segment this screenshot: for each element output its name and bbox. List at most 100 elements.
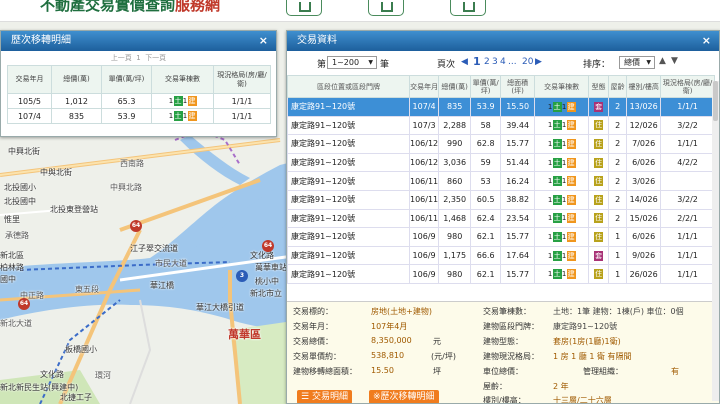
column-header: 樓別/樓高 bbox=[626, 75, 662, 98]
table-row[interactable]: 康定路91~120號 106/11 1,468 62.4 23.54 1土1建住 2 15/0… bbox=[287, 208, 715, 229]
detail-label: 交易筆棟數： bbox=[483, 307, 531, 316]
range-select-value: 1~200 bbox=[332, 58, 360, 67]
page-link[interactable]: 4 bbox=[500, 57, 506, 67]
sort-desc-icon[interactable]: ▼ bbox=[671, 56, 678, 66]
cell-area: 51.44 bbox=[500, 152, 536, 173]
printer-icon bbox=[381, 2, 393, 12]
map-label: 北投東登營站 bbox=[50, 205, 98, 214]
column-header[interactable]: 總價(萬) bbox=[438, 75, 472, 98]
detail-value: 8,350,000 bbox=[371, 336, 412, 345]
table-row[interactable]: 105/5 1,012 65.3 1土1建 1/1/1 bbox=[7, 93, 271, 109]
detail-value: 有 bbox=[671, 367, 679, 376]
cell-age: 2 bbox=[608, 152, 628, 173]
land-tag-icon: 土 bbox=[552, 138, 562, 149]
cell-count: 1土1建 bbox=[534, 227, 590, 247]
cell-type: 住 bbox=[588, 227, 610, 247]
cell-area: 39.44 bbox=[500, 115, 536, 136]
vertical-scrollbar[interactable] bbox=[712, 81, 719, 401]
build-tag-icon: 建 bbox=[566, 120, 576, 131]
type-tag-icon: 住 bbox=[594, 269, 604, 280]
cell-pattern: 3/2/2 bbox=[660, 189, 715, 210]
type-tag-icon: 住 bbox=[594, 138, 604, 149]
detail-value: 107年4月 bbox=[371, 322, 408, 331]
column-header[interactable]: 屋齡 bbox=[608, 75, 628, 98]
table-row[interactable]: 康定路91~120號 106/9 980 62.1 15.77 1土1建住 1 6/026 1/… bbox=[287, 227, 715, 247]
cell-type: 住 bbox=[588, 134, 610, 154]
page-link[interactable]: 3 bbox=[492, 57, 498, 67]
pager-current[interactable]: 1 bbox=[136, 54, 140, 62]
table-row[interactable]: 康定路91~120號 106/12 990 62.8 15.77 1土1建住 2 7/026 1… bbox=[287, 134, 715, 154]
detail-label: 建物區段門牌： bbox=[483, 322, 539, 331]
site-title-accent: 服務網 bbox=[175, 0, 221, 14]
pager-next[interactable]: 下一頁 bbox=[145, 54, 166, 62]
map-label: 惟里 bbox=[4, 215, 20, 224]
cell-address: 康定路91~120號 bbox=[287, 171, 410, 191]
detail-label: 交易總價： bbox=[293, 337, 333, 346]
sort-asc-icon[interactable]: ▲ bbox=[659, 56, 666, 66]
header-nav-button[interactable] bbox=[450, 0, 486, 16]
column-header: 單價(萬/坪) bbox=[101, 65, 152, 94]
history-panel-header: 歷次移轉明細 × bbox=[1, 31, 276, 51]
transaction-detail-button[interactable]: ☰ 交易明細 bbox=[297, 390, 352, 403]
detail-label: 建物現況格局： bbox=[483, 352, 539, 361]
column-header[interactable]: 交易年月 bbox=[408, 75, 440, 98]
cell-area: 17.64 bbox=[500, 245, 536, 266]
page-link[interactable]: 20 bbox=[522, 57, 533, 67]
column-header[interactable]: 區段位置或區段門牌 bbox=[287, 75, 410, 98]
page-link-current[interactable]: 1 bbox=[473, 55, 481, 68]
cell-unit: 60.5 bbox=[470, 189, 502, 210]
close-icon[interactable]: × bbox=[702, 31, 711, 51]
column-header: 總價(萬) bbox=[51, 65, 102, 94]
type-tag-icon: 住 bbox=[594, 157, 604, 168]
cell-floor: 14/026 bbox=[626, 189, 662, 210]
cell-type: 住 bbox=[588, 171, 610, 191]
cell-age: 2 bbox=[608, 97, 628, 117]
column-header[interactable]: 單價(萬/坪) bbox=[470, 75, 502, 98]
cell-address: 康定路91~120號 bbox=[287, 245, 410, 266]
page-link[interactable]: 2 bbox=[484, 57, 490, 67]
header-nav-button[interactable] bbox=[368, 0, 404, 16]
pager-prev-icon[interactable]: ◀ bbox=[461, 57, 468, 67]
cell-pattern: 2/2/1 bbox=[660, 208, 715, 229]
cell-floor: 26/026 bbox=[626, 264, 662, 284]
chevron-down-icon: ▼ bbox=[646, 59, 651, 66]
table-row[interactable]: 107/4 835 53.9 1土1建 1/1/1 bbox=[7, 108, 271, 124]
detail-value: 2 年 bbox=[553, 382, 569, 391]
cell-date: 106/12 bbox=[408, 134, 440, 154]
cell-unit: 62.8 bbox=[470, 134, 502, 154]
history-detail-button[interactable]: ※歷次移轉明細 bbox=[369, 390, 439, 403]
cell-address: 康定路91~120號 bbox=[287, 97, 410, 117]
table-row[interactable]: 康定路91~120號 107/4 835 53.9 15.50 1土1建套 2 13/026 1… bbox=[287, 97, 715, 117]
sort-select[interactable]: 總價 ▼ bbox=[619, 56, 655, 69]
sort-select-value: 總價 bbox=[624, 58, 640, 67]
cell-address: 康定路91~120號 bbox=[287, 189, 410, 210]
build-tag-icon: 建 bbox=[566, 213, 576, 224]
map-label: 柏林路 bbox=[0, 263, 24, 272]
detail-value: 康定路91~120號 bbox=[553, 322, 618, 331]
cell-unit: 62.4 bbox=[470, 208, 502, 229]
table-row[interactable]: 康定路91~120號 106/9 1,175 66.6 17.64 1土1建套 1 9/026… bbox=[287, 245, 715, 266]
history-table: 交易年月 總價(萬) 單價(萬/坪) 交易筆棟數 現況格局(房/廳/衛) 105… bbox=[7, 65, 271, 124]
range-label: 第 bbox=[317, 60, 327, 70]
table-row[interactable]: 康定路91~120號 106/11 2,350 60.5 38.82 1土1建住 2 14/0… bbox=[287, 189, 715, 210]
history-panel-title: 歷次移轉明細 bbox=[11, 35, 71, 46]
close-icon[interactable]: × bbox=[259, 31, 268, 51]
table-row[interactable]: 康定路91~120號 106/9 980 62.1 15.77 1土1建住 1 26/026 1… bbox=[287, 264, 715, 284]
pager-prev[interactable]: 上一頁 bbox=[111, 54, 132, 62]
table-row[interactable]: 康定路91~120號 106/12 3,036 59 51.44 1土1建住 2 6/026 4… bbox=[287, 152, 715, 173]
scrollbar-thumb[interactable] bbox=[713, 81, 718, 121]
table-row[interactable]: 康定路91~120號 106/11 860 53 16.24 1土1建住 2 3/026 bbox=[287, 171, 715, 191]
type-tag-icon: 住 bbox=[594, 213, 604, 224]
table-row[interactable]: 康定路91~120號 107/3 2,288 58 39.44 1土1建住 2 12/026 3… bbox=[287, 115, 715, 136]
pager-next-icon[interactable]: ▶ bbox=[535, 57, 542, 67]
cell-count: 1土1建 bbox=[534, 264, 590, 284]
cell-floor: 6/026 bbox=[626, 152, 662, 173]
range-select[interactable]: 1~200 ▼ bbox=[327, 56, 377, 69]
cell-total: 1,012 bbox=[51, 93, 102, 109]
column-header[interactable]: 總面積(坪) bbox=[500, 75, 536, 98]
detail-value: 土地：1筆 建物：1棟(戶) 車位：0個 bbox=[553, 307, 684, 316]
build-tag-icon: 建 bbox=[566, 176, 576, 187]
detail-unit: 元 bbox=[433, 337, 441, 346]
cell-date: 107/4 bbox=[408, 97, 440, 117]
header-nav-button[interactable] bbox=[286, 0, 322, 16]
